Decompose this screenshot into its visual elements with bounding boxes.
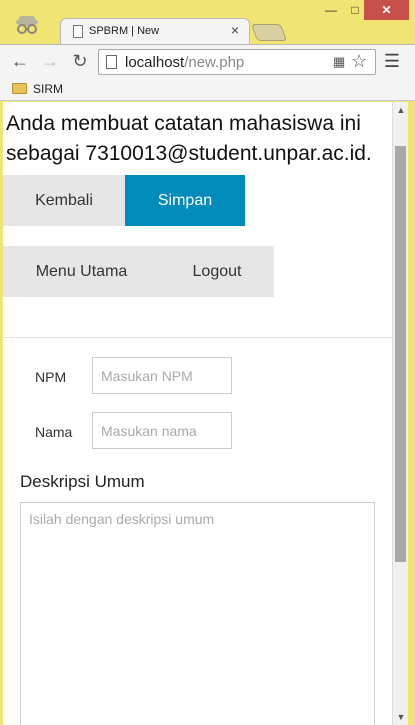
intro-text: Anda membuat catatan mahasiswa ini sebag… (6, 112, 372, 165)
menu-icon[interactable]: ☰ (380, 51, 404, 72)
reload-icon[interactable]: ↻ (68, 51, 92, 72)
description-textarea[interactable] (20, 502, 375, 725)
page-icon (73, 25, 83, 38)
bookmark-sirm[interactable]: SIRM (33, 82, 63, 96)
scrollbar[interactable]: ▲ ▼ (392, 102, 408, 725)
npm-label: NPM (35, 369, 67, 385)
folder-icon (12, 83, 27, 94)
page-content: Anda membuat catatan mahasiswa ini sebag… (3, 102, 392, 725)
browser-window: SPBRM | New × — □ ✕ ← → ↻ localhost/new.… (0, 0, 415, 725)
scroll-thumb[interactable] (395, 146, 406, 562)
back-button[interactable]: Kembali (3, 175, 125, 226)
logout-button[interactable]: Logout (160, 246, 274, 297)
new-tab-button[interactable] (250, 24, 288, 41)
save-button[interactable]: Simpan (125, 175, 245, 226)
url-path: /new.php (184, 54, 245, 71)
tab-close-icon[interactable]: × (231, 22, 239, 38)
back-icon[interactable]: ← (8, 51, 32, 72)
url-host: localhost (125, 54, 185, 71)
npm-input[interactable] (92, 357, 232, 394)
name-label: Nama (35, 424, 73, 440)
scroll-down-icon[interactable]: ▼ (393, 709, 409, 725)
star-icon[interactable]: ☆ (351, 51, 367, 72)
section-title: Deskripsi Umum (20, 472, 145, 491)
tab-title: SPBRM | New (89, 25, 160, 37)
close-window-button[interactable]: ✕ (364, 0, 409, 20)
name-input[interactable] (92, 412, 232, 449)
divider (3, 337, 392, 338)
address-bar[interactable]: localhost/new.php ▦ ☆ (98, 49, 376, 75)
translate-icon[interactable]: ▦ (333, 54, 345, 70)
browser-toolbar: ← → ↻ localhost/new.php ▦ ☆ ☰ (0, 44, 415, 78)
forward-icon[interactable]: → (38, 51, 62, 72)
tab-active[interactable]: SPBRM | New × (60, 18, 250, 44)
title-bar: SPBRM | New × — □ ✕ (0, 0, 415, 44)
scroll-up-icon[interactable]: ▲ (393, 102, 409, 118)
url-text: localhost/new.php (125, 54, 244, 71)
page-icon (106, 55, 117, 69)
bookmarks-bar: SIRM (0, 78, 415, 101)
incognito-icon (16, 16, 38, 34)
minimize-button[interactable]: — (318, 0, 344, 20)
main-menu-button[interactable]: Menu Utama (3, 246, 160, 297)
